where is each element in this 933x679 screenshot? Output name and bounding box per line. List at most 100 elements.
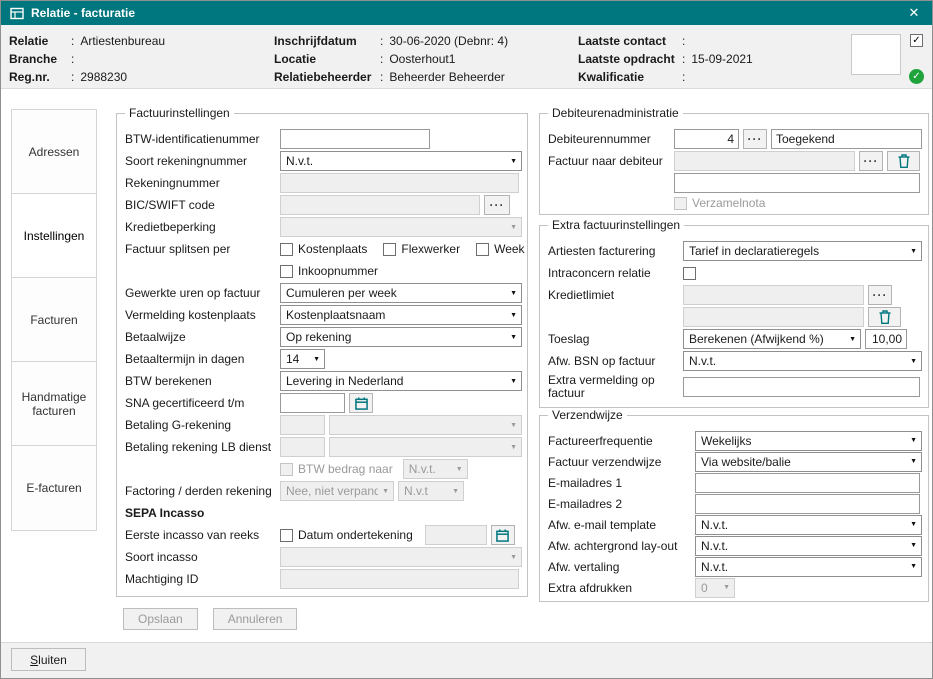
tab-adressen[interactable]: Adressen xyxy=(12,110,96,194)
artiesten-facturering-select[interactable]: Tarief in declaratieregels▼ xyxy=(683,241,922,261)
soort-rekeningnummer-select[interactable]: N.v.t.▼ xyxy=(280,151,522,171)
trash-icon xyxy=(879,310,891,324)
kostenplaats-checkbox-label: Kostenplaats xyxy=(298,242,367,256)
kwalificatie-label: Kwalificatie xyxy=(578,70,676,84)
flexwerker-checkbox[interactable] xyxy=(383,243,396,256)
afw-bsn-select[interactable]: N.v.t.▼ xyxy=(683,351,922,371)
relation-header: Relatie:Artiestenbureau Branche: Reg.nr.… xyxy=(1,25,932,89)
debiteurennummer-browse-button[interactable]: ··· xyxy=(743,129,767,149)
betaaltermijn-select[interactable]: 14▼ xyxy=(280,349,325,369)
intraconcern-label: Intraconcern relatie xyxy=(548,266,683,280)
g-rekening-row: Betaling G-rekening ▼ xyxy=(125,414,519,436)
soort-incasso-select: ▼ xyxy=(280,547,522,567)
datum-ondertekening-calendar-button[interactable] xyxy=(491,525,515,545)
header-checkbox[interactable]: ✓ xyxy=(910,34,923,47)
factoring-select: Nee, niet verpand▼ xyxy=(280,481,394,501)
debiteur-extra-input[interactable] xyxy=(674,173,920,193)
tab-instellingen[interactable]: Instellingen xyxy=(12,194,96,278)
chevron-down-icon: ▼ xyxy=(910,521,917,528)
laatste-opdracht-row: Laatste opdracht:15-09-2021 xyxy=(578,50,753,68)
lb-dienst-label: Betaling rekening LB dienst xyxy=(125,440,280,454)
close-icon[interactable]: ✕ xyxy=(905,4,923,22)
afw-email-template-select[interactable]: N.v.t.▼ xyxy=(695,515,922,535)
btw-id-input[interactable] xyxy=(280,129,430,149)
factureerfrequentie-select[interactable]: Wekelijks▼ xyxy=(695,431,922,451)
factuur-naar-debiteur-row: Factuur naar debiteur ··· xyxy=(548,150,920,172)
chevron-down-icon: ▼ xyxy=(910,458,917,465)
kostenplaats-checkbox[interactable] xyxy=(280,243,293,256)
factoring-nvt-select: N.v.t▼ xyxy=(398,481,464,501)
sna-label: SNA gecertificeerd t/m xyxy=(125,396,280,410)
inkoopnummer-row: Inkoopnummer xyxy=(125,260,519,282)
factuur-verzendwijze-select[interactable]: Via website/balie▼ xyxy=(695,452,922,472)
week-checkbox[interactable] xyxy=(476,243,489,256)
extra-vermelding-input[interactable] xyxy=(683,377,920,397)
kredietbeperking-row: Kredietbeperking ▼ xyxy=(125,216,519,238)
locatie-value: Oosterhout1 xyxy=(389,52,455,66)
datum-ondertekening-checkbox[interactable] xyxy=(280,529,293,542)
bic-label: BIC/SWIFT code xyxy=(125,198,280,212)
sepa-incasso-heading: SEPA Incasso xyxy=(125,506,204,520)
relatiebeheerder-value: Beheerder Beheerder xyxy=(389,70,504,84)
chevron-down-icon: ▼ xyxy=(849,336,856,343)
factuur-naar-debiteur-delete-button[interactable] xyxy=(887,151,920,171)
eerste-incasso-label: Eerste incasso van reeks xyxy=(125,528,280,542)
branche-row: Branche: xyxy=(9,50,165,68)
selected-value: N.v.t. xyxy=(286,154,506,168)
inkoopnummer-checkbox[interactable] xyxy=(280,265,293,278)
afw-achtergrond-select[interactable]: N.v.t.▼ xyxy=(695,536,922,556)
kredietlimiet2-input xyxy=(683,307,864,327)
btw-berekenen-select[interactable]: Levering in Nederland▼ xyxy=(280,371,522,391)
bic-row: BIC/SWIFT code ··· xyxy=(125,194,519,216)
bic-browse-button[interactable]: ··· xyxy=(484,195,510,215)
chevron-down-icon: ▼ xyxy=(313,356,320,363)
tab-handmatige-facturen[interactable]: Handmatige facturen xyxy=(12,362,96,446)
afw-email-template-row: Afw. e-mail template N.v.t.▼ xyxy=(548,514,920,535)
debiteur-extra-row xyxy=(548,172,920,194)
debiteurennummer-row: Debiteurennummer ··· xyxy=(548,128,920,150)
factuur-naar-debiteur-browse-button[interactable]: ··· xyxy=(859,151,883,171)
betaalwijze-select[interactable]: Op rekening▼ xyxy=(280,327,522,347)
eerste-incasso-row: Eerste incasso van reeks Datum onderteke… xyxy=(125,524,519,546)
kredietlimiet-browse-button[interactable]: ··· xyxy=(868,285,892,305)
emailadres2-input[interactable] xyxy=(695,494,920,514)
relatie-value: Artiestenbureau xyxy=(80,34,165,48)
vermelding-kostenplaats-select[interactable]: Kostenplaatsnaam▼ xyxy=(280,305,522,325)
toeslag-select[interactable]: Berekenen (Afwijkend %)▼ xyxy=(683,329,861,349)
sna-calendar-button[interactable] xyxy=(349,393,373,413)
betaalwijze-row: Betaalwijze Op rekening▼ xyxy=(125,326,519,348)
debiteurennummer-input[interactable] xyxy=(674,129,739,149)
tab-facturen[interactable]: Facturen xyxy=(12,278,96,362)
laatste-contact-label: Laatste contact xyxy=(578,34,676,48)
emailadres1-input[interactable] xyxy=(695,473,920,493)
chevron-down-icon: ▼ xyxy=(510,554,517,561)
tab-e-facturen[interactable]: E-facturen xyxy=(12,446,96,530)
afw-vertaling-row: Afw. vertaling N.v.t.▼ xyxy=(548,556,920,577)
extra-vermelding-label: Extra vermelding op factuur xyxy=(548,374,683,400)
intraconcern-checkbox[interactable] xyxy=(683,267,696,280)
annuleren-button: Annuleren xyxy=(213,608,298,630)
lb-dienst-input xyxy=(280,437,325,457)
afw-vertaling-select[interactable]: N.v.t.▼ xyxy=(695,557,922,577)
form-buttons: Opslaan Annuleren xyxy=(123,608,297,630)
separator: : xyxy=(65,52,80,66)
factureerfrequentie-label: Factureerfrequentie xyxy=(548,434,695,448)
debiteurennummer-label: Debiteurennummer xyxy=(548,132,674,146)
kredietlimiet-delete-button[interactable] xyxy=(868,307,901,327)
betaaltermijn-row: Betaaltermijn in dagen 14▼ xyxy=(125,348,519,370)
rekeningnummer-input xyxy=(280,173,519,193)
sna-row: SNA gecertificeerd t/m xyxy=(125,392,519,414)
afw-achtergrond-row: Afw. achtergrond lay-out N.v.t.▼ xyxy=(548,535,920,556)
trash-icon xyxy=(898,154,910,168)
separator: : xyxy=(65,70,80,84)
toeslag-percentage-input[interactable] xyxy=(865,329,907,349)
laatste-contact-row: Laatste contact: xyxy=(578,32,753,50)
regnr-label: Reg.nr. xyxy=(9,70,65,84)
extra-afdrukken-label: Extra afdrukken xyxy=(548,581,695,595)
sluiten-button[interactable]: Sluiten xyxy=(11,648,86,671)
photo-placeholder xyxy=(851,34,901,75)
gewerkte-uren-select[interactable]: Cumuleren per week▼ xyxy=(280,283,522,303)
sna-input[interactable] xyxy=(280,393,345,413)
status-ok-icon: ✓ xyxy=(909,69,924,84)
verzendwijze-group: Verzendwijze Factureerfrequentie Wekelij… xyxy=(539,415,929,602)
